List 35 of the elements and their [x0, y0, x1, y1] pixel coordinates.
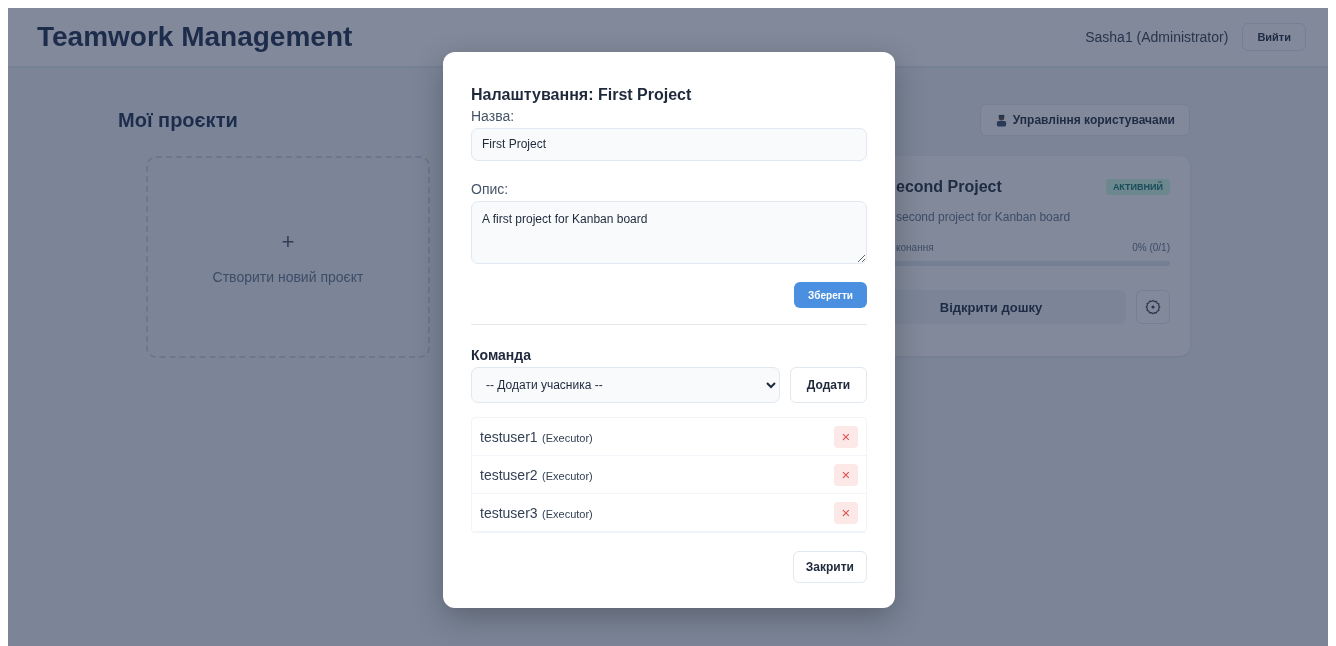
remove-button[interactable]: × — [834, 501, 858, 524]
remove-button[interactable]: × — [834, 425, 858, 448]
settings-icon — [1145, 299, 1161, 315]
member-name: testuser3 — [480, 504, 538, 521]
create-project-card[interactable]: + Створити новий проєкт — [146, 156, 430, 358]
member-select[interactable]: -- Додати учасника -- — [471, 367, 780, 403]
person-icon — [994, 113, 1008, 127]
status-badge: АКТИВНИЙ — [1105, 179, 1170, 195]
dialog-title: Налаштування: First Project — [471, 86, 693, 104]
user-name: Sasha1 (Administrator) — [1085, 29, 1229, 45]
project-description: second project for Kanban board — [896, 210, 1072, 224]
remove-button[interactable]: × — [834, 463, 858, 486]
name-label: Назва: — [471, 108, 516, 124]
member-name: testuser2 — [480, 466, 538, 483]
member-role: (Executor) — [542, 507, 593, 520]
create-project-label: Створити новий проєкт — [212, 269, 364, 285]
member-name: testuser1 — [480, 428, 538, 445]
manage-users-button[interactable]: Управління користувачами — [979, 104, 1190, 136]
progress-value: 0% (0/1) — [1132, 242, 1170, 253]
page-heading: Мої проєкти — [118, 108, 238, 132]
member-role: (Executor) — [542, 431, 593, 444]
member-role: (Executor) — [542, 469, 593, 482]
description-label: Опис: — [471, 180, 510, 197]
plus-icon: + — [281, 229, 295, 255]
logout-button[interactable]: Вийти — [1242, 23, 1306, 51]
save-button[interactable]: Зберегти — [794, 282, 867, 308]
add-button[interactable]: Додати — [790, 367, 867, 403]
name-field[interactable]: First Project — [471, 128, 867, 161]
description-field[interactable]: A first project for Kanban board — [471, 200, 867, 264]
project-title: econd Project — [896, 178, 1002, 196]
app-title: Teamwork Management — [37, 21, 353, 53]
team-heading: Команда — [471, 347, 532, 363]
close-button[interactable]: Закрити — [792, 551, 867, 583]
settings-button[interactable] — [1136, 290, 1170, 324]
progress-label: конання — [896, 242, 934, 253]
